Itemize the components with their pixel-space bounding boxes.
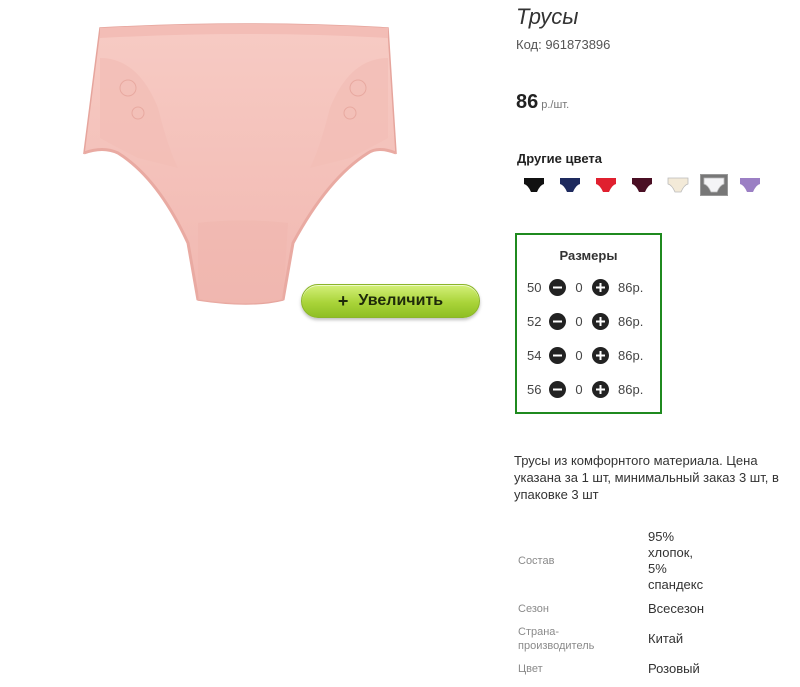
color-swatch-black[interactable] xyxy=(520,174,548,196)
plus-icon: + xyxy=(337,290,349,311)
plus-button[interactable] xyxy=(592,312,609,330)
swatch-icon xyxy=(667,177,689,193)
swatch-icon xyxy=(703,177,725,193)
product-code: Код: 961873896 xyxy=(516,37,611,52)
description-line: упаковке 3 шт xyxy=(514,487,599,502)
plus-button[interactable] xyxy=(592,278,609,296)
swatch-icon xyxy=(740,178,760,192)
season-value: Всесезон xyxy=(648,601,705,616)
size-label: 50 xyxy=(527,279,542,295)
minus-icon xyxy=(553,286,562,288)
composition-label: Состав xyxy=(518,555,555,567)
product-description: Трусы из комфорнтого материала. Цена ука… xyxy=(514,452,800,503)
plus-icon xyxy=(596,350,605,360)
color-value: Розовый xyxy=(648,661,700,676)
country-label: Страна- производитель xyxy=(518,625,594,653)
plus-icon xyxy=(596,384,605,394)
country-label-line: Страна- xyxy=(518,626,560,638)
minus-button[interactable] xyxy=(549,346,566,364)
plus-button[interactable] xyxy=(592,380,609,398)
plus-icon xyxy=(596,282,605,292)
price-value: 86 xyxy=(516,91,539,113)
zoom-button-label: Увеличить xyxy=(358,292,444,309)
product-title: Трусы xyxy=(516,4,579,29)
size-label: 54 xyxy=(527,347,542,363)
minus-icon xyxy=(553,320,562,322)
description-line: указана за 1 шт, минимальный заказ 3 шт,… xyxy=(514,470,779,485)
product-price: 86 р./шт. xyxy=(516,91,569,114)
color-swatch-burgundy[interactable] xyxy=(628,174,656,196)
size-price: 86р. xyxy=(618,313,644,329)
composition-line: 5% xyxy=(648,561,667,576)
plus-icon xyxy=(596,316,605,326)
quantity-value: 0 xyxy=(575,313,583,329)
color-swatch-navy[interactable] xyxy=(556,174,584,196)
size-row: 52 0 86р. xyxy=(527,311,643,331)
composition-value: 95% хлопок, 5% спандекс xyxy=(648,529,703,593)
color-swatch-cream[interactable] xyxy=(664,174,692,196)
size-row: 54 0 86р. xyxy=(527,345,643,365)
swatch-icon xyxy=(560,178,580,192)
minus-button[interactable] xyxy=(549,312,566,330)
swatch-icon xyxy=(632,178,652,192)
sizes-panel: Размеры 50 0 86р. 52 0 86р. 54 0 86р. 56… xyxy=(515,233,662,414)
country-label-line: производитель xyxy=(518,640,595,652)
color-swatch-white[interactable] xyxy=(700,174,728,196)
minus-button[interactable] xyxy=(549,278,566,296)
plus-button[interactable] xyxy=(592,346,609,364)
size-row: 56 0 86р. xyxy=(527,379,643,399)
season-label: Сезон xyxy=(518,603,549,615)
description-line: Трусы из комфорнтого материала. Цена xyxy=(514,453,758,468)
size-row: 50 0 86р. xyxy=(527,277,643,297)
other-colors-title: Другие цвета xyxy=(517,151,602,166)
minus-button[interactable] xyxy=(549,380,566,398)
quantity-value: 0 xyxy=(575,347,583,363)
product-image[interactable] xyxy=(78,18,424,308)
composition-line: спандекс xyxy=(648,577,704,592)
minus-icon xyxy=(553,354,562,356)
size-label: 56 xyxy=(527,381,542,397)
sizes-title: Размеры xyxy=(559,248,618,263)
country-value: Китай xyxy=(648,631,684,646)
color-swatch-red[interactable] xyxy=(592,174,620,196)
color-swatches xyxy=(520,174,764,196)
size-price: 86р. xyxy=(618,279,644,295)
swatch-icon xyxy=(596,178,616,192)
size-price: 86р. xyxy=(618,347,644,363)
composition-line: 95% xyxy=(648,529,675,544)
swatch-icon xyxy=(524,178,544,192)
quantity-value: 0 xyxy=(575,279,583,295)
zoom-button[interactable]: + Увеличить xyxy=(301,284,480,318)
size-price: 86р. xyxy=(618,381,644,397)
minus-icon xyxy=(553,388,562,390)
color-label: Цвет xyxy=(518,663,543,675)
size-label: 52 xyxy=(527,313,542,329)
price-unit: р./шт. xyxy=(541,99,570,111)
quantity-value: 0 xyxy=(575,381,583,397)
color-swatch-lavender[interactable] xyxy=(736,174,764,196)
composition-line: хлопок, xyxy=(648,545,694,560)
